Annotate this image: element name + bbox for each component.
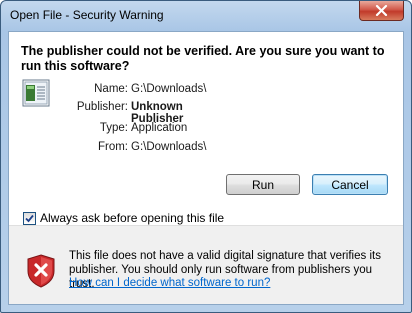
detail-label: From:	[97, 141, 128, 153]
details-panel: The publisher could not be verified. Are…	[9, 32, 403, 226]
close-icon	[375, 5, 388, 16]
detail-value: G:\Downloads\	[131, 141, 207, 153]
help-link[interactable]: How can I decide what software to run?	[69, 277, 270, 289]
security-shield-icon	[27, 254, 55, 288]
close-button[interactable]	[359, 1, 404, 21]
dialog-body: The publisher could not be verified. Are…	[8, 31, 404, 305]
detail-label: Publisher:	[76, 101, 128, 113]
detail-label: Type:	[99, 122, 128, 134]
checkmark-icon	[25, 214, 34, 223]
application-file-icon	[22, 79, 50, 107]
detail-value: G:\Downloads\	[131, 83, 207, 95]
always-ask-label[interactable]: Always ask before opening this file	[40, 211, 224, 225]
detail-label: Name:	[94, 83, 128, 95]
window-title: Open File - Security Warning	[10, 8, 164, 22]
security-warning-dialog: Open File - Security Warning The publish…	[0, 0, 412, 313]
run-button[interactable]: Run	[226, 174, 300, 195]
always-ask-checkbox[interactable]	[23, 212, 36, 225]
warning-heading: The publisher could not be verified. Are…	[21, 44, 385, 73]
cancel-button[interactable]: Cancel	[312, 174, 388, 195]
detail-value: Application	[131, 122, 188, 134]
title-bar[interactable]: Open File - Security Warning	[1, 1, 411, 31]
